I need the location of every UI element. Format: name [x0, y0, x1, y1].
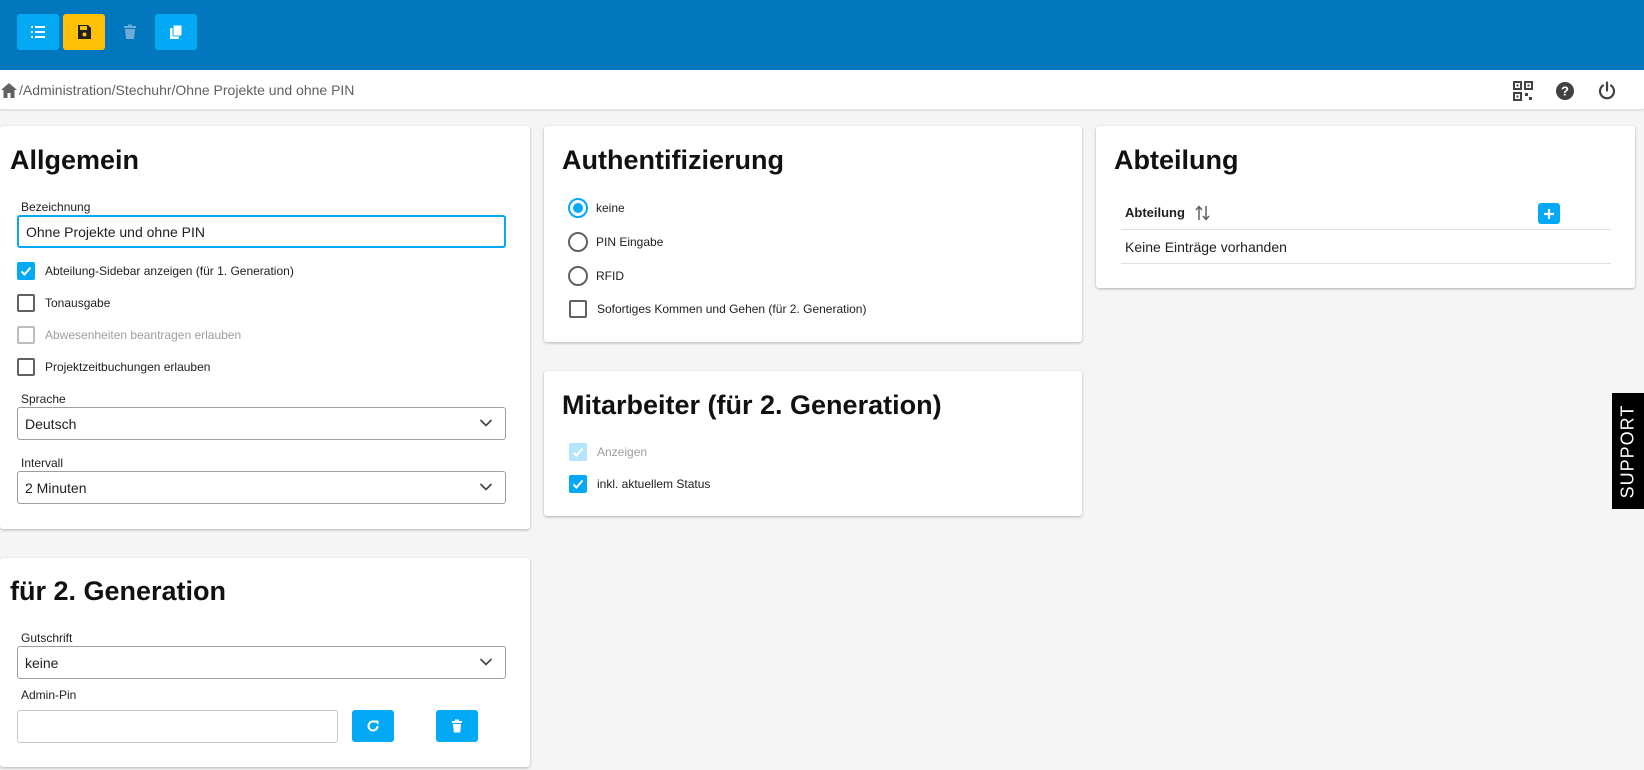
checkbox-label: Abteilung-Sidebar anzeigen (für 1. Gener… [45, 264, 294, 278]
home-icon[interactable] [0, 82, 18, 99]
logout-button[interactable] [1596, 80, 1618, 102]
mitarbeiter-title: Mitarbeiter (für 2. Generation) [562, 390, 942, 420]
sprache-value: Deutsch [25, 415, 77, 432]
refresh-icon [367, 720, 379, 732]
bezeichnung-input[interactable]: Ohne Projekte und ohne PIN [17, 215, 506, 248]
gutschrift-value: keine [25, 654, 59, 671]
radio-label: PIN Eingabe [596, 235, 664, 249]
checkbox-label: Tonausgabe [45, 296, 111, 310]
checkbox-box[interactable] [569, 300, 587, 318]
plus-icon [1544, 208, 1554, 219]
checkbox-sofortiges-kommen[interactable]: Sofortiges Kommen und Gehen (für 2. Gene… [569, 300, 866, 318]
chevron-down-icon [479, 483, 493, 491]
radio-keine[interactable]: keine [568, 198, 625, 218]
breadcrumb[interactable]: /Administration/Stechuhr/Ohne Projekte u… [0, 80, 354, 100]
svg-text:?: ? [1561, 84, 1569, 99]
radio-label: RFID [596, 269, 624, 283]
radio-circle[interactable] [568, 232, 588, 252]
checkbox-box [17, 326, 35, 344]
support-tab[interactable]: SUPPORT [1612, 393, 1644, 509]
checkmark-icon [572, 479, 584, 489]
allgemein-title: Allgemein [10, 145, 140, 175]
checkbox-anzeigen: Anzeigen [569, 443, 647, 461]
abteilung-title: Abteilung [1114, 145, 1239, 175]
breadcrumb-path[interactable]: /Administration/Stechuhr/Ohne Projekte u… [19, 82, 354, 98]
checkbox-tonausgabe[interactable]: Tonausgabe [17, 294, 110, 312]
sprache-select[interactable]: Deutsch [17, 407, 506, 440]
checkbox-box [569, 443, 587, 461]
power-icon [1598, 81, 1616, 100]
regenerate-pin-button[interactable] [352, 710, 394, 742]
adminpin-input[interactable] [17, 710, 338, 743]
gutschrift-select[interactable]: keine [17, 646, 506, 679]
copy-icon [170, 24, 183, 39]
copy-button[interactable] [155, 14, 197, 50]
radio-rfid[interactable]: RFID [568, 266, 624, 286]
qr-code-icon [1513, 81, 1533, 101]
intervall-label: Intervall [21, 456, 64, 470]
checkbox-box[interactable] [17, 294, 35, 312]
checkbox-aktueller-status[interactable]: inkl. aktuellem Status [569, 475, 710, 493]
checkmark-icon [572, 447, 584, 457]
breadcrumb-bar: /Administration/Stechuhr/Ohne Projekte u… [0, 70, 1644, 110]
checkbox-label: Projektzeitbuchungen erlauben [45, 360, 211, 374]
generation2-title: für 2. Generation [10, 576, 227, 606]
radio-circle[interactable] [568, 266, 588, 286]
support-label: SUPPORT [1617, 404, 1638, 498]
checkbox-box[interactable] [17, 262, 35, 280]
radio-circle[interactable] [568, 198, 588, 218]
bezeichnung-label: Bezeichnung [21, 200, 91, 214]
delete-button[interactable] [109, 14, 151, 50]
radio-label: keine [596, 201, 625, 215]
intervall-select[interactable]: 2 Minuten [17, 471, 506, 504]
authentifizierung-title: Authentifizierung [562, 145, 784, 175]
checkmark-icon [20, 266, 32, 276]
intervall-value: 2 Minuten [25, 479, 87, 496]
trash-icon [452, 719, 462, 733]
floppy-disk-icon [78, 25, 91, 39]
sort-icon[interactable] [1194, 204, 1212, 222]
checkbox-label: Sofortiges Kommen und Gehen (für 2. Gene… [597, 302, 867, 316]
help-icon: ? [1556, 82, 1574, 100]
checkbox-abteilung-sidebar[interactable]: Abteilung-Sidebar anzeigen (für 1. Gener… [17, 262, 294, 280]
gutschrift-label: Gutschrift [21, 631, 73, 645]
save-button[interactable] [63, 14, 105, 50]
help-button[interactable]: ? [1554, 80, 1576, 102]
trash-icon [124, 24, 136, 39]
checkbox-projektzeitbuchungen[interactable]: Projektzeitbuchungen erlauben [17, 358, 210, 376]
qr-code-button[interactable] [1512, 80, 1534, 102]
chevron-down-icon [479, 419, 493, 427]
sprache-label: Sprache [21, 392, 66, 406]
column-header-abteilung[interactable]: Abteilung [1125, 205, 1185, 220]
abteilung-empty-row: Keine Einträge vorhanden [1121, 230, 1611, 264]
checkbox-abwesenheiten: Abwesenheiten beantragen erlauben [17, 326, 241, 344]
list-button[interactable] [17, 14, 59, 50]
checkbox-box[interactable] [17, 358, 35, 376]
list-icon [31, 26, 45, 38]
add-abteilung-button[interactable] [1538, 203, 1560, 224]
delete-pin-button[interactable] [436, 710, 478, 742]
top-toolbar [0, 0, 1644, 70]
checkbox-label: Abwesenheiten beantragen erlauben [45, 328, 242, 342]
checkbox-label: Anzeigen [597, 445, 648, 459]
checkbox-box[interactable] [569, 475, 587, 493]
empty-text: Keine Einträge vorhanden [1125, 239, 1287, 255]
bezeichnung-value: Ohne Projekte und ohne PIN [26, 223, 206, 240]
chevron-down-icon [479, 658, 493, 666]
adminpin-label: Admin-Pin [21, 688, 77, 702]
checkbox-label: inkl. aktuellem Status [597, 477, 711, 491]
radio-pin-eingabe[interactable]: PIN Eingabe [568, 232, 663, 252]
